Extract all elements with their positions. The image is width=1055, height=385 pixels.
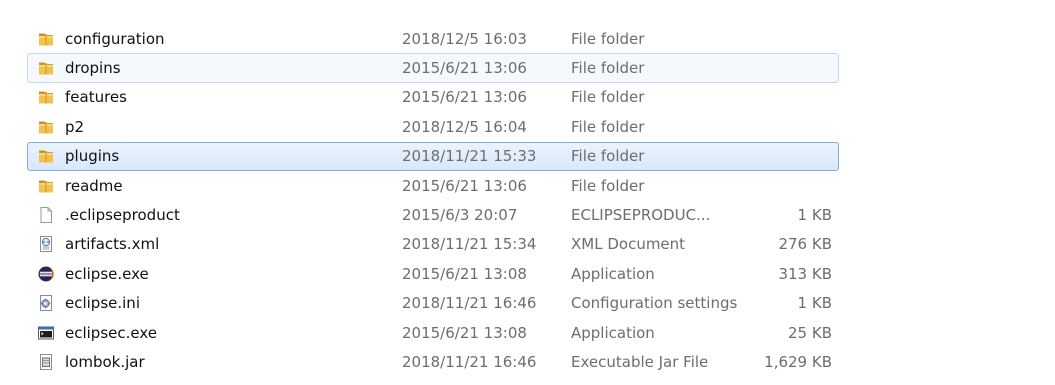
file-type: File folder [571, 117, 645, 136]
file-type: File folder [571, 59, 645, 78]
date-modified: 2018/11/21 15:34 [402, 235, 537, 254]
date-modified: 2015/6/21 13:08 [402, 323, 527, 342]
folder-icon [37, 177, 55, 195]
jar-file-icon [37, 353, 55, 371]
file-name: eclipse.ini [65, 294, 140, 313]
date-modified: 2018/12/5 16:04 [402, 117, 527, 136]
file-type: XML Document [571, 235, 686, 254]
date-modified: 2018/12/5 16:03 [402, 29, 527, 48]
file-size: 1 KB [797, 294, 832, 313]
xml-file-icon [37, 235, 55, 253]
file-type: File folder [571, 88, 645, 107]
file-row-plugins[interactable]: plugins 2018/11/21 15:33 File folder [27, 141, 839, 171]
console-app-icon [37, 324, 55, 342]
date-modified: 2015/6/3 20:07 [402, 206, 518, 225]
blank-file-icon [37, 206, 55, 224]
file-size: 313 KB [778, 264, 832, 283]
file-name: artifacts.xml [65, 235, 160, 254]
file-name: eclipsec.exe [65, 323, 157, 342]
file-type: File folder [571, 147, 645, 166]
file-row-dropins[interactable]: dropins 2015/6/21 13:06 File folder [27, 53, 839, 83]
file-type: File folder [571, 29, 645, 48]
file-name: eclipse.exe [65, 264, 149, 283]
file-row-features[interactable]: features 2015/6/21 13:06 File folder [27, 83, 839, 112]
file-size: 1 KB [797, 206, 832, 225]
folder-icon [37, 30, 55, 48]
file-type: Application [571, 323, 655, 342]
date-modified: 2015/6/21 13:06 [402, 59, 527, 78]
file-name: readme [65, 176, 123, 195]
file-row-configuration[interactable]: configuration 2018/12/5 16:03 File folde… [27, 24, 839, 53]
file-name: plugins [65, 147, 120, 166]
file-type: File folder [571, 176, 645, 195]
date-modified: 2018/11/21 16:46 [402, 352, 537, 371]
file-name: configuration [65, 29, 165, 48]
file-size: 276 KB [778, 235, 832, 254]
file-type: Executable Jar File [571, 352, 709, 371]
date-modified: 2015/6/21 13:08 [402, 264, 527, 283]
file-row-readme[interactable]: readme 2015/6/21 13:06 File folder [27, 171, 839, 200]
file-row-eclipse-ini[interactable]: eclipse.ini 2018/11/21 16:46 Configurati… [27, 289, 839, 318]
file-row-lombok-jar[interactable]: lombok.jar 2018/11/21 16:46 Executable J… [27, 347, 839, 376]
file-name: p2 [65, 117, 85, 136]
file-name: dropins [65, 59, 121, 78]
eclipse-app-icon [37, 265, 55, 283]
folder-icon [37, 118, 55, 136]
file-size: 1,629 KB [764, 352, 832, 371]
file-size: 25 KB [788, 323, 832, 342]
date-modified: 2018/11/21 15:33 [402, 147, 537, 166]
file-type: ECLIPSEPRODUC... [571, 206, 711, 225]
file-name: features [65, 88, 127, 107]
file-row-artifacts-xml[interactable]: artifacts.xml 2018/11/21 15:34 XML Docum… [27, 230, 839, 259]
file-name: .eclipseproduct [65, 206, 180, 225]
date-modified: 2015/6/21 13:06 [402, 176, 527, 195]
file-name: lombok.jar [65, 352, 145, 371]
file-type: Configuration settings [571, 294, 738, 313]
file-row-eclipseproduct[interactable]: .eclipseproduct 2015/6/3 20:07 ECLIPSEPR… [27, 200, 839, 229]
file-list: configuration 2018/12/5 16:03 File folde… [27, 24, 839, 377]
folder-icon [37, 88, 55, 106]
file-row-eclipse-exe[interactable]: eclipse.exe 2015/6/21 13:08 Application … [27, 259, 839, 288]
date-modified: 2015/6/21 13:06 [402, 88, 527, 107]
date-modified: 2018/11/21 16:46 [402, 294, 537, 313]
file-type: Application [571, 264, 655, 283]
file-row-p2[interactable]: p2 2018/12/5 16:04 File folder [27, 112, 839, 141]
folder-icon [37, 147, 55, 165]
settings-file-icon [37, 294, 55, 312]
file-row-eclipsec-exe[interactable]: eclipsec.exe 2015/6/21 13:08 Application… [27, 318, 839, 347]
folder-icon [37, 59, 55, 77]
